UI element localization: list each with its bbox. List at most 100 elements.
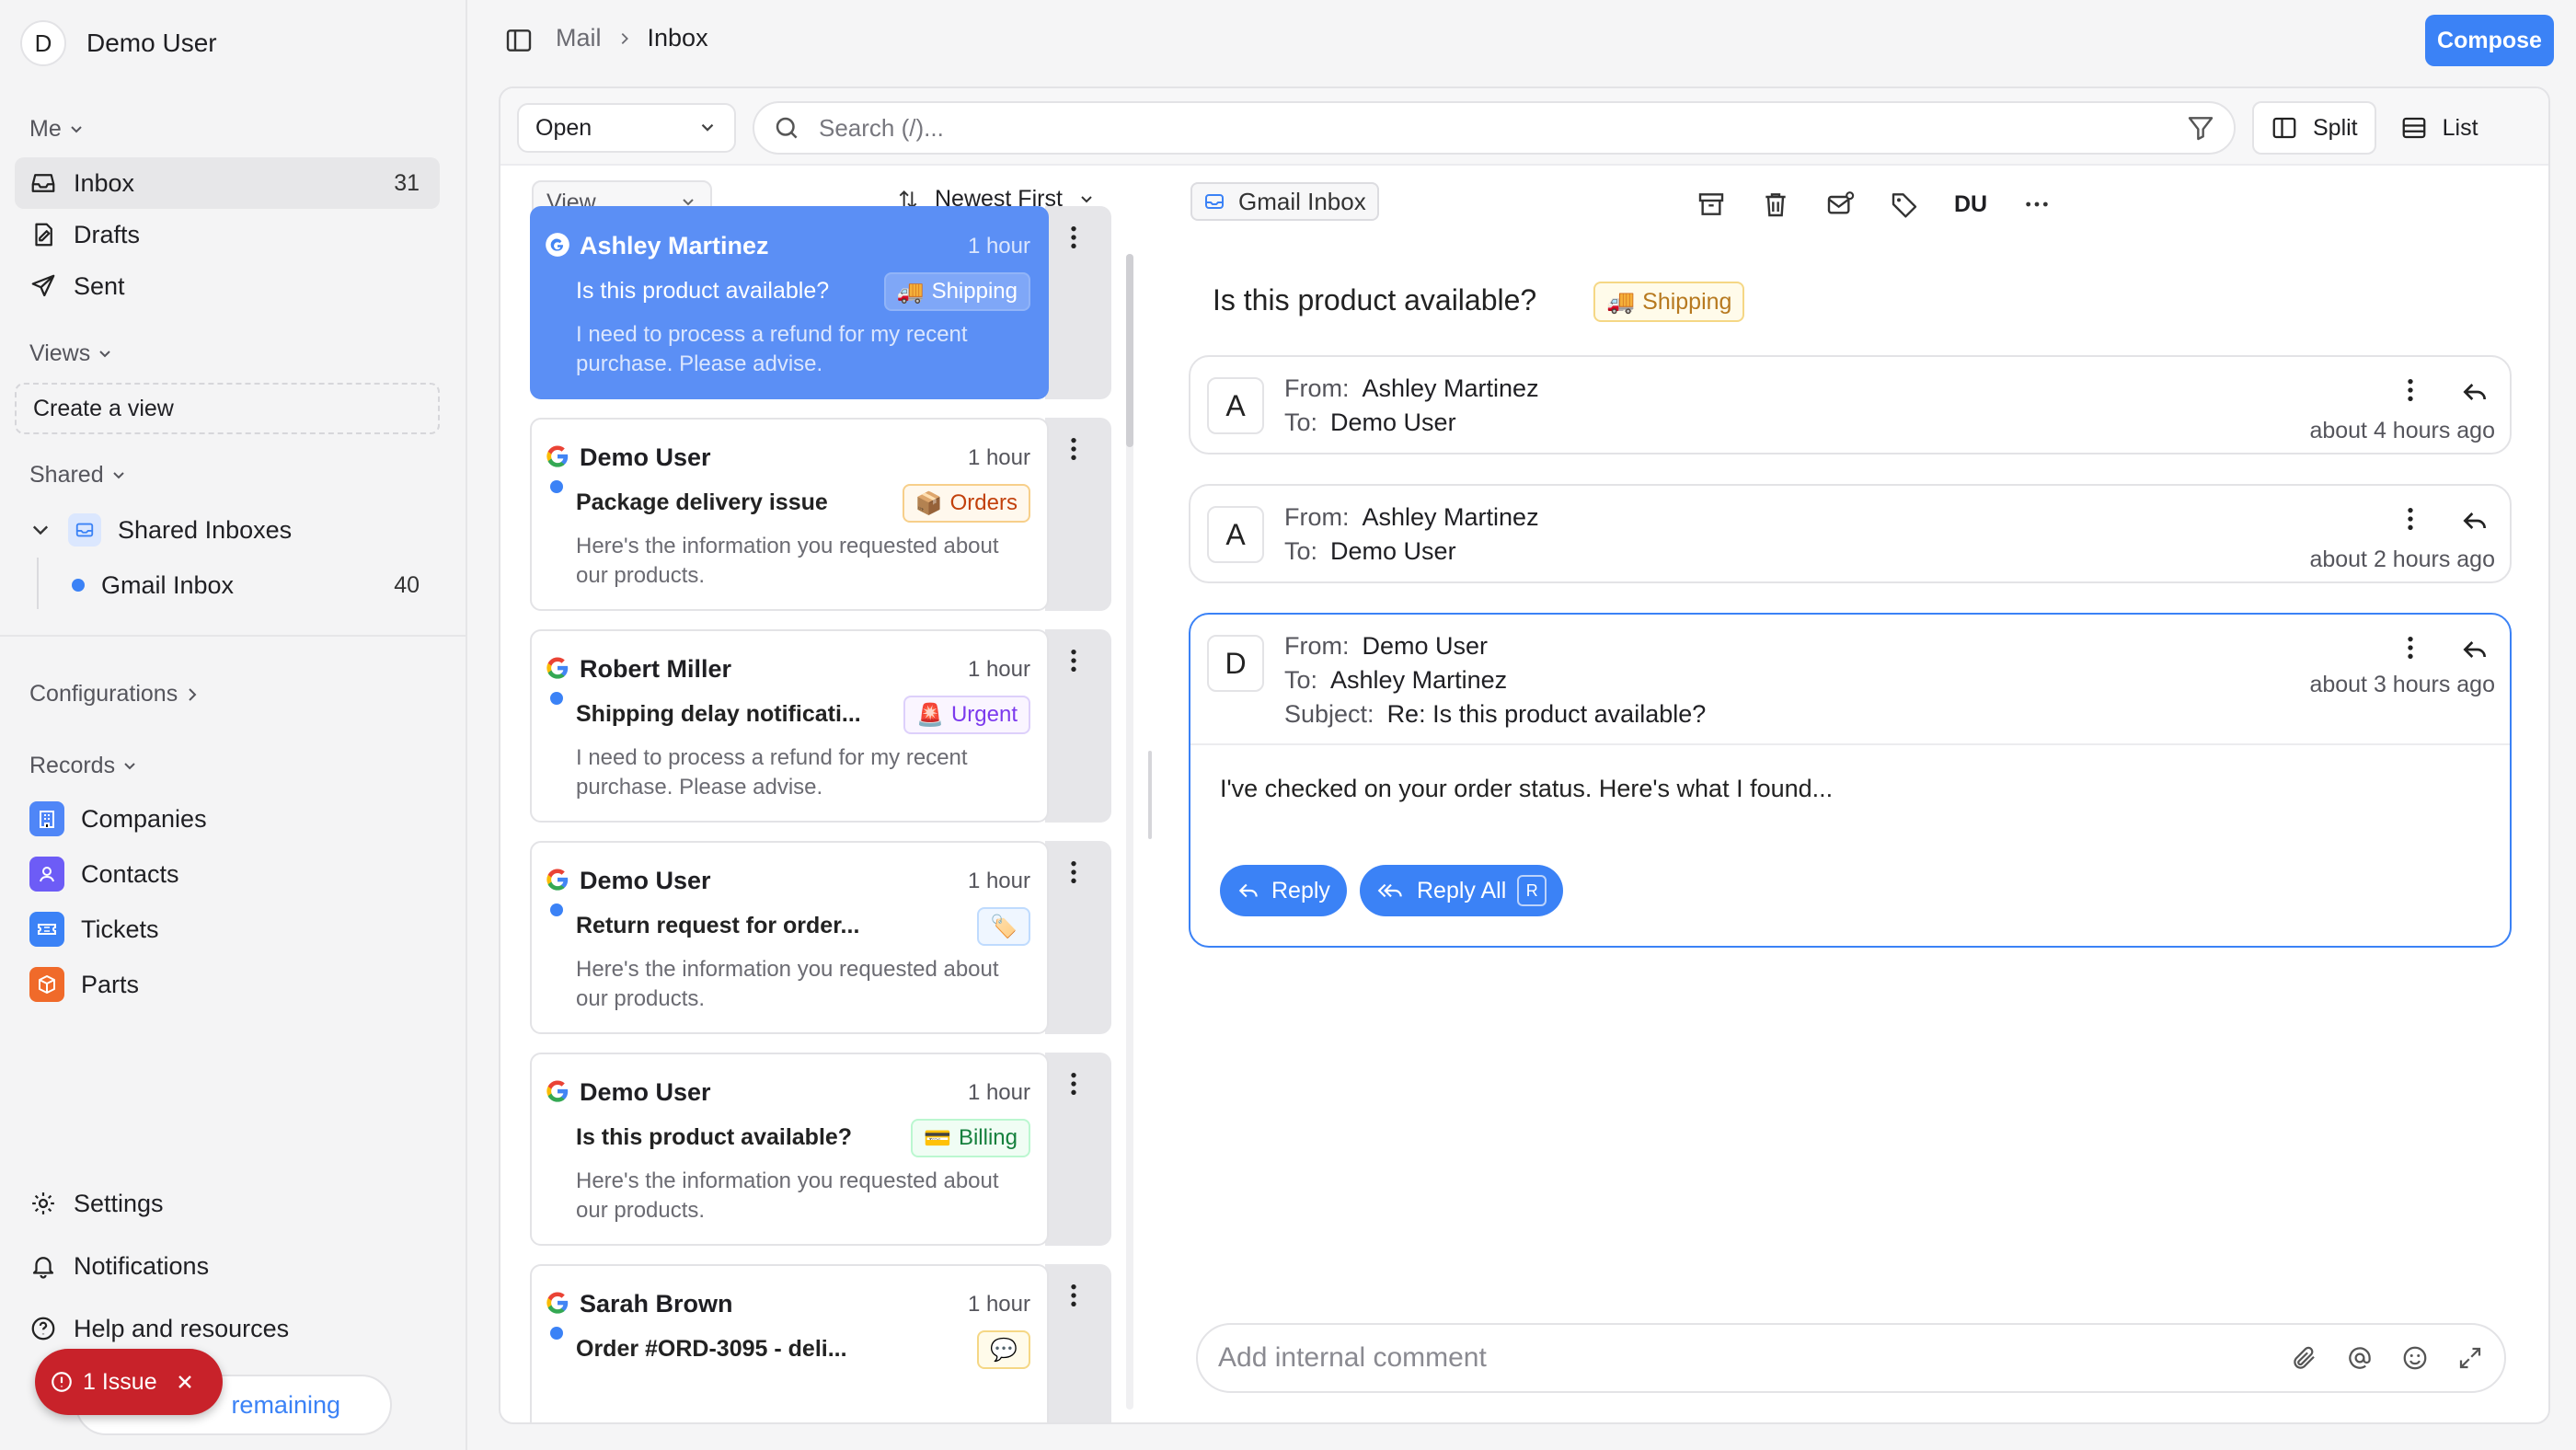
more-vertical-icon[interactable]	[1064, 857, 1084, 887]
issue-badge[interactable]: 1 Issue	[35, 1349, 223, 1415]
email-card[interactable]: Demo User 1 hour Is this product available…	[530, 1053, 1049, 1246]
email-card[interactable]: Robert Miller 1 hour Shipping delay notifi…	[530, 629, 1049, 823]
assignee-initials[interactable]: DU	[1954, 191, 1987, 218]
email-time: 1 hour	[967, 234, 1030, 259]
gmail-inbox-count: 40	[394, 571, 420, 598]
list-scrollbar-thumb[interactable]	[1126, 254, 1133, 447]
email-list-item[interactable]: Demo User 1 hour Package delivery issue 📦 Or…	[530, 418, 1111, 615]
section-configurations[interactable]: Configurations	[29, 681, 201, 708]
sidebar-item-sent[interactable]: Sent	[15, 260, 440, 312]
sidebar-item-drafts[interactable]: Drafts	[15, 209, 440, 260]
sidebar-toggle-icon[interactable]	[504, 26, 534, 55]
email-list-item[interactable]: Robert Miller 1 hour Shipping delay notifi…	[530, 629, 1111, 826]
email-snippet: Here's the information you requested abo…	[576, 957, 999, 1011]
tree-line	[37, 558, 39, 609]
reply-button[interactable]: Reply	[1220, 865, 1347, 916]
inbox-chip[interactable]: Gmail Inbox	[1190, 182, 1379, 221]
email-time: 1 hour	[967, 1080, 1030, 1105]
email-tag[interactable]: 💬	[977, 1330, 1030, 1369]
thread-title: Is this product available?	[1213, 283, 1537, 316]
email-card[interactable]: Sarah Brown 1 hour Order #ORD-3095 - deli.…	[530, 1264, 1049, 1422]
email-tag[interactable]: 🚚 Shipping	[883, 272, 1030, 311]
more-vertical-icon[interactable]	[2398, 633, 2423, 662]
message-collapsed[interactable]: A From: Ashley Martinez To: Demo User abou…	[1189, 484, 2512, 583]
more-vertical-icon[interactable]	[2398, 375, 2423, 405]
reply-icon[interactable]	[2460, 377, 2490, 407]
more-vertical-icon[interactable]	[1064, 1069, 1084, 1099]
email-snippet: I need to process a refund for my recent…	[576, 322, 968, 376]
comment-input[interactable]	[1218, 1342, 2291, 1374]
section-records[interactable]: Records	[29, 753, 139, 779]
filter-icon[interactable]	[2186, 113, 2215, 143]
sidebar-item-companies[interactable]: Companies	[15, 793, 440, 845]
email-card[interactable]: Demo User 1 hour Return request for order.…	[530, 841, 1049, 1034]
split-view-button[interactable]: Split	[2252, 101, 2376, 155]
sidebar-item-inbox[interactable]: Inbox 31	[15, 157, 440, 209]
sidebar-item-contacts[interactable]: Contacts	[15, 848, 440, 900]
email-card[interactable]: Ashley Martinez 1 hour Is this product ava…	[530, 206, 1049, 399]
status-select[interactable]: Open	[517, 103, 736, 153]
tag-icon[interactable]	[1890, 190, 1919, 219]
email-list-item[interactable]: Ashley Martinez 1 hour Is this product ava…	[530, 206, 1111, 403]
email-list-item[interactable]: Demo User 1 hour Return request for order.…	[530, 841, 1111, 1038]
more-vertical-icon[interactable]	[1064, 646, 1084, 675]
reply-icon[interactable]	[2460, 506, 2490, 535]
more-vertical-icon[interactable]	[2398, 504, 2423, 534]
email-list-item[interactable]: Demo User 1 hour Is this product available…	[530, 1053, 1111, 1249]
drafts-icon	[35, 223, 52, 247]
more-vertical-icon[interactable]	[1064, 223, 1084, 252]
chevron-down-icon[interactable]	[29, 519, 52, 541]
sidebar-item-shared-inboxes[interactable]: Shared Inboxes	[15, 504, 440, 556]
expand-icon[interactable]	[2456, 1344, 2484, 1372]
sidebar-item-settings[interactable]: Settings	[15, 1178, 440, 1229]
pane-resize-handle[interactable]	[1148, 751, 1152, 839]
user-menu[interactable]: D Demo User	[20, 20, 217, 66]
reply-icon[interactable]	[2460, 635, 2490, 664]
list-view-button[interactable]: List	[2384, 101, 2495, 155]
inbox-chip-label: Gmail Inbox	[1238, 187, 1366, 215]
mention-icon[interactable]	[2346, 1344, 2374, 1372]
divider	[1190, 743, 2510, 745]
chevron-down-icon	[71, 125, 82, 132]
sidebar-item-tickets[interactable]: Tickets	[15, 903, 440, 955]
close-icon[interactable]	[174, 1371, 196, 1393]
email-time: 1 hour	[967, 869, 1030, 893]
mark-unread-icon[interactable]	[1825, 190, 1855, 219]
email-tag[interactable]: 📦 Orders	[902, 484, 1030, 523]
sidebar-item-help[interactable]: Help and resources	[15, 1303, 440, 1354]
email-list-item[interactable]: Sarah Brown 1 hour Order #ORD-3095 - deli.…	[530, 1264, 1111, 1422]
trash-icon[interactable]	[1761, 190, 1790, 219]
more-vertical-icon[interactable]	[1064, 434, 1084, 464]
paperclip-icon[interactable]	[2291, 1344, 2318, 1372]
sidebar-item-label: Help and resources	[74, 1314, 290, 1342]
compose-button[interactable]: Compose	[2425, 15, 2554, 66]
trial-remaining-text: remaining	[231, 1390, 340, 1419]
section-views[interactable]: Views	[29, 340, 114, 367]
thread-tag[interactable]: 🚚 Shipping	[1593, 282, 1745, 322]
archive-icon[interactable]	[1696, 190, 1726, 219]
email-tag[interactable]: 🏷️	[977, 907, 1030, 946]
email-tag[interactable]: 🚨 Urgent	[903, 696, 1030, 734]
sidebar-item-label: Tickets	[81, 915, 159, 943]
section-shared[interactable]: Shared	[29, 462, 128, 489]
breadcrumb-mail[interactable]: Mail	[556, 24, 602, 52]
tag-emoji-icon: 🏷️	[990, 914, 1018, 939]
search-input[interactable]	[819, 113, 2168, 143]
sidebar-item-notifications[interactable]: Notifications	[15, 1240, 440, 1292]
emoji-icon[interactable]	[2401, 1344, 2429, 1372]
email-tag[interactable]: 💳 Billing	[911, 1119, 1030, 1157]
sidebar-item-parts[interactable]: Parts	[15, 959, 440, 1010]
divider	[0, 635, 467, 637]
message-collapsed[interactable]: A From: Ashley Martinez To: Demo User abou…	[1189, 355, 2512, 455]
email-card[interactable]: Demo User 1 hour Package delivery issue 📦 Or…	[530, 418, 1049, 611]
from-label: From:	[1284, 374, 1350, 402]
search-icon	[776, 117, 798, 139]
to-value: Demo User	[1330, 537, 1456, 565]
reply-all-button[interactable]: Reply All R	[1360, 865, 1564, 916]
sidebar-item-gmail-inbox[interactable]: Gmail Inbox 40	[57, 559, 440, 611]
section-me[interactable]: Me	[29, 116, 86, 143]
create-view-button[interactable]: Create a view	[15, 383, 440, 434]
more-horizontal-icon[interactable]	[2022, 190, 2052, 219]
chevron-down-icon	[701, 123, 714, 132]
more-vertical-icon[interactable]	[1064, 1281, 1084, 1310]
